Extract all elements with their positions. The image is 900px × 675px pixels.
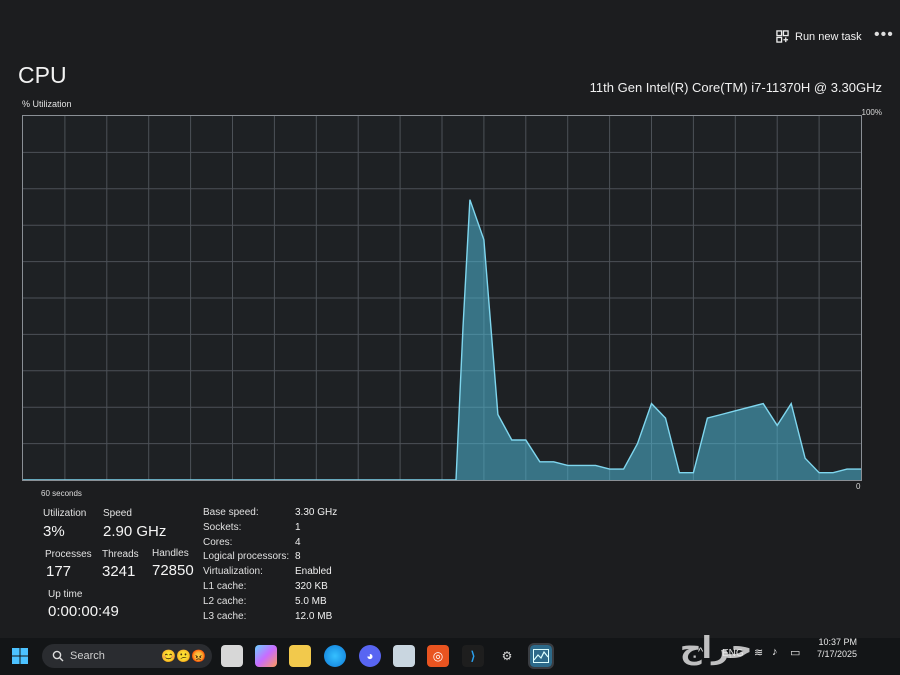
clock-date: 7/17/2025 — [816, 649, 857, 659]
threads-label: Threads — [102, 549, 139, 560]
cpu-model-name: 11th Gen Intel(R) Core(TM) i7-11370H @ 3… — [589, 80, 882, 95]
spec-value: 12.0 MB — [295, 611, 333, 622]
spec-label: Virtualization: — [203, 566, 263, 577]
speed-label: Speed — [103, 508, 132, 519]
more-options-button[interactable]: ••• — [874, 26, 894, 44]
cpu-utilization-chart — [23, 116, 861, 480]
task-manager-icon[interactable] — [528, 643, 554, 669]
spec-value: 5.0 MB — [295, 596, 327, 607]
cpu-utilization-graph — [22, 115, 862, 481]
spec-label: Logical processors: — [203, 551, 290, 562]
emoji-decoration-icon: 😊😕😡 — [161, 649, 206, 663]
graph-y-max-label: 100% — [861, 108, 882, 117]
file-explorer-icon[interactable] — [289, 645, 311, 667]
ubuntu-icon[interactable]: ◎ — [427, 645, 449, 667]
spec-value: 320 KB — [295, 581, 328, 592]
graph-x-label: 60 seconds — [41, 489, 82, 498]
run-new-task-button[interactable]: Run new task — [776, 30, 862, 43]
wifi-icon[interactable]: ≋ — [754, 646, 763, 659]
speed-value: 2.90 GHz — [103, 523, 167, 540]
utilization-label: Utilization — [43, 508, 87, 519]
utilization-value: 3% — [43, 523, 65, 540]
watermark-logo: حراج — [680, 631, 752, 666]
uptime-label: Up time — [48, 589, 83, 600]
handles-label: Handles — [152, 548, 189, 559]
task-manager-window: Run new task ••• CPU 11th Gen Intel(R) C… — [0, 0, 900, 675]
uptime-value: 0:00:00:49 — [48, 603, 119, 620]
search-label: Search — [70, 650, 105, 662]
remote-desktop-icon[interactable] — [393, 645, 415, 667]
spec-label: L3 cache: — [203, 611, 247, 622]
handles-value: 72850 — [152, 562, 194, 579]
threads-value: 3241 — [102, 563, 136, 580]
spec-value: 8 — [295, 551, 301, 562]
page-title: CPU — [18, 62, 67, 88]
search-box[interactable]: Search 😊😕😡 — [42, 644, 212, 668]
spec-value: 1 — [295, 522, 301, 533]
search-icon — [52, 650, 64, 662]
battery-icon[interactable]: ▭ — [790, 646, 800, 659]
volume-icon[interactable]: ♪ — [772, 646, 778, 658]
run-task-icon — [776, 30, 789, 43]
spec-label: Base speed: — [203, 507, 259, 518]
windows-start-icon[interactable] — [9, 645, 31, 667]
graph-y-label: % Utilization — [22, 99, 72, 109]
spec-label: L2 cache: — [203, 596, 247, 607]
taskbar-clock[interactable]: 10:37 PM 7/17/2025 — [805, 636, 857, 660]
obs-icon[interactable]: ⚙ — [496, 645, 518, 667]
spec-value: 4 — [295, 537, 301, 548]
run-new-task-label: Run new task — [795, 30, 862, 43]
spec-label: Sockets: — [203, 522, 242, 533]
processes-label: Processes — [45, 549, 92, 560]
spec-value: Enabled — [295, 566, 332, 577]
spec-label: Cores: — [203, 537, 233, 548]
edge-icon[interactable] — [324, 645, 346, 667]
graph-y-min-label: 0 — [856, 482, 861, 491]
vscode-icon[interactable]: ⟩ — [462, 645, 484, 667]
taskbar: Search 😊😕😡 ◕ ◎ ⟩ ⚙ ^ ENG ≋ ♪ ▭ 10:37 PM … — [0, 636, 900, 675]
clock-time: 10:37 PM — [818, 637, 857, 647]
processes-value: 177 — [46, 563, 72, 580]
discord-icon[interactable]: ◕ — [359, 645, 381, 667]
spec-value: 3.30 GHz — [295, 507, 338, 518]
task-view-icon[interactable] — [221, 645, 243, 667]
copilot-icon[interactable] — [255, 645, 277, 667]
spec-label: L1 cache: — [203, 581, 247, 592]
watermark-text: حراج — [680, 631, 753, 666]
command-bar: Run new task ••• — [0, 22, 900, 58]
